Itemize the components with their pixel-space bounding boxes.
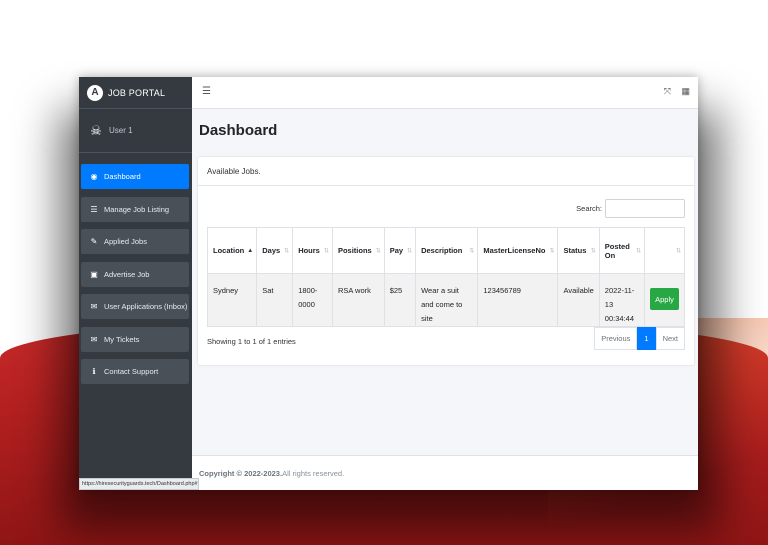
- cell-posted-on: 2022-11-13 00:34:44: [598, 273, 646, 327]
- column-header-positions[interactable]: Positions ⇅: [331, 227, 385, 274]
- ad-icon: ▣: [90, 269, 98, 279]
- sidebar-item-label: User Applications (Inbox): [104, 302, 188, 311]
- cell-location: Sydney: [206, 273, 258, 327]
- sort-asc-icon: ▲: [247, 247, 254, 254]
- available-jobs-card: Available Jobs. Search: Location ▲ Days ⇅ …: [198, 157, 694, 365]
- cell-hours: 1800-0000: [292, 273, 333, 327]
- main-content: Dashboard Available Jobs. Search: Locati…: [192, 109, 698, 455]
- cell-description: Wear a suit and come to site: [415, 273, 479, 327]
- sort-icon: ⇅: [549, 248, 555, 254]
- cell-action: Apply: [644, 273, 685, 327]
- sidebar-item-label: Advertise Job: [104, 269, 150, 279]
- sidebar-item-manage-job-listing[interactable]: ☰ Manage Job Listing: [81, 196, 189, 222]
- status-bar-url: https://hiresecurityguards.tech/Dashboar…: [79, 478, 199, 490]
- sort-icon: ⇅: [407, 248, 413, 254]
- footer: Copyright © 2022-2023. All rights reserv…: [192, 455, 698, 490]
- cell-status: Available: [557, 273, 600, 327]
- sidebar-item-applied-jobs[interactable]: ✎ Applied Jobs: [81, 229, 189, 254]
- column-header-master-license-no[interactable]: MasterLicenseNo ⇅: [477, 227, 559, 274]
- edit-icon: ✎: [90, 237, 98, 246]
- pagination: Previous 1 Next: [594, 327, 685, 350]
- apply-button[interactable]: Apply: [650, 288, 679, 310]
- hamburger-menu-icon[interactable]: ☰: [202, 86, 211, 97]
- page-title: Dashboard: [199, 122, 278, 139]
- cell-pay: $25: [383, 273, 417, 327]
- sidebar-item-label: Contact Support: [104, 367, 159, 376]
- card-title: Available Jobs.: [198, 157, 694, 186]
- fullscreen-icon[interactable]: ⤧: [664, 86, 671, 97]
- sort-icon: ⇅: [284, 248, 290, 254]
- column-header-status[interactable]: Status ⇅: [557, 227, 600, 274]
- sort-icon: ⇅: [590, 248, 596, 254]
- sidebar-item-dashboard[interactable]: ◉ Dashboard: [81, 164, 189, 189]
- sidebar-item-my-tickets[interactable]: ✉ My Tickets: [81, 326, 189, 352]
- search-input[interactable]: [605, 199, 685, 218]
- sidebar-item-label: My Tickets: [104, 334, 140, 344]
- cell-positions: RSA work: [331, 273, 385, 327]
- table-header-row: Location ▲ Days ⇅ Hours ⇅ Positions ⇅ Pay ⇅ D…: [206, 227, 685, 274]
- sidebar-item-contact-support[interactable]: ℹ Contact Support: [81, 359, 189, 384]
- cell-days: Sat: [256, 273, 294, 327]
- grid-icon[interactable]: ▦: [681, 86, 690, 97]
- sort-icon: ⇅: [635, 248, 641, 254]
- app-window: A JOB PORTAL ☠ User 1 ◉ Dashboard ☰ Mana…: [79, 77, 698, 490]
- skull-avatar-icon: ☠: [90, 122, 102, 138]
- brand-link[interactable]: A JOB PORTAL: [79, 77, 192, 109]
- sort-icon: ⇅: [323, 248, 329, 254]
- user-panel[interactable]: ☠ User 1: [79, 109, 192, 153]
- brand-text: JOB PORTAL: [108, 87, 166, 98]
- list-icon: ☰: [90, 204, 98, 214]
- next-page-button[interactable]: Next: [655, 327, 685, 350]
- sidebar-item-label: Dashboard: [104, 172, 141, 181]
- column-header-action[interactable]: ⇅: [644, 227, 685, 274]
- sidebar-item-user-applications[interactable]: ✉ User Applications (Inbox): [81, 294, 189, 319]
- dashboard-icon: ◉: [90, 172, 98, 181]
- sidebar-item-advertise-job[interactable]: ▣ Advertise Job: [81, 261, 189, 287]
- page-1-button[interactable]: 1: [637, 327, 656, 350]
- copyright-text: Copyright © 2022-2023.: [199, 468, 283, 478]
- envelope-icon: ✉: [90, 302, 98, 311]
- sort-icon: ⇅: [469, 248, 475, 254]
- column-header-days[interactable]: Days ⇅: [256, 227, 294, 274]
- column-header-posted-on[interactable]: Posted On ⇅: [598, 227, 646, 274]
- sidebar: A JOB PORTAL ☠ User 1 ◉ Dashboard ☰ Mana…: [79, 77, 192, 490]
- table-row: Sydney Sat 1800-0000 RSA work $25 Wear a…: [206, 273, 685, 327]
- envelope-icon: ✉: [90, 334, 98, 344]
- search-label: Search:: [576, 204, 602, 213]
- search-row: Search:: [576, 199, 685, 218]
- user-name: User 1: [109, 126, 133, 135]
- sidebar-item-label: Applied Jobs: [104, 237, 147, 246]
- jobs-table: Location ▲ Days ⇅ Hours ⇅ Positions ⇅ Pay ⇅ D…: [206, 227, 685, 327]
- column-header-description[interactable]: Description ⇅: [415, 227, 479, 274]
- sidebar-item-label: Manage Job Listing: [104, 204, 170, 214]
- previous-page-button[interactable]: Previous: [594, 327, 638, 350]
- column-header-pay[interactable]: Pay ⇅: [383, 227, 417, 274]
- cell-license: 123456789: [477, 273, 559, 327]
- sidebar-nav: ◉ Dashboard ☰ Manage Job Listing ✎ Appli…: [79, 153, 192, 384]
- top-navbar: ☰ ⤧ ▦: [192, 77, 698, 109]
- brand-logo-icon: A: [87, 84, 103, 101]
- column-header-location[interactable]: Location ▲: [206, 227, 258, 274]
- column-header-hours[interactable]: Hours ⇅: [292, 227, 333, 274]
- sort-icon: ⇅: [675, 248, 681, 254]
- info-icon: ℹ: [92, 367, 96, 376]
- sort-icon: ⇅: [375, 248, 381, 254]
- entries-info: Showing 1 to 1 of 1 entries: [207, 337, 296, 346]
- rights-text: All rights reserved.: [282, 468, 345, 478]
